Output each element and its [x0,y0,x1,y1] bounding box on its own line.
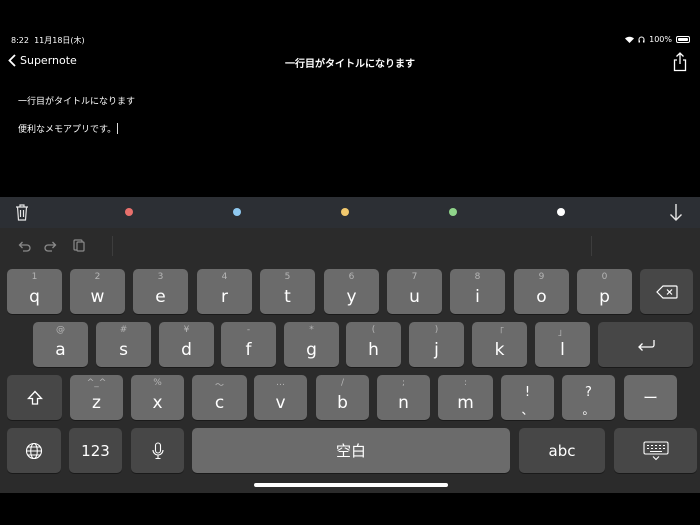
color-dot-green[interactable] [449,208,457,216]
key-j[interactable]: ) j [409,322,464,367]
wifi-icon [625,36,635,43]
redo-icon[interactable] [43,237,59,253]
key-t[interactable]: 5t [260,269,315,314]
key-p[interactable]: 0p [577,269,632,314]
key-k[interactable]: 「k [472,322,527,367]
key-n[interactable]: ; n [377,375,430,420]
key-y[interactable]: 6y [324,269,379,314]
navigation-bar: Supernote 一行目がタイトルになります [0,52,700,74]
key-g[interactable]: * g [284,322,339,367]
keyboard: 1q 2w 3e 4r 5t 6y 7u 8i 9o 0p @ a # s ¥ d -… [0,228,700,493]
key-w[interactable]: 2w [70,269,125,314]
key-i[interactable]: 8i [450,269,505,314]
hide-keyboard-key[interactable] [614,428,697,473]
arrow-down-icon[interactable] [668,202,684,222]
home-indicator[interactable] [254,483,448,487]
status-indicators: 100% [625,35,690,44]
return-key[interactable] [598,322,693,367]
key-b[interactable]: / b [316,375,369,420]
headphones-icon [638,36,645,43]
abc-key[interactable]: abc [519,428,605,473]
color-dot-white[interactable] [557,208,565,216]
key-v[interactable]: … v [254,375,307,420]
key-period[interactable]: ?。 [562,375,615,420]
shift-icon [26,390,43,405]
key-z[interactable]: ^_^ z [70,375,123,420]
undo-icon[interactable] [16,237,32,253]
battery-percent: 100% [649,35,672,44]
key-comma[interactable]: !、 [501,375,554,420]
key-m[interactable]: :m [438,375,493,420]
dictation-key[interactable] [131,428,184,473]
key-h[interactable]: (h [346,322,401,367]
divider [591,236,592,256]
keyboard-shortcut-bar [0,228,700,262]
share-icon[interactable] [672,52,688,72]
color-toolbar [0,197,700,228]
delete-key[interactable] [640,269,693,314]
return-icon [637,339,655,351]
key-s[interactable]: # s [96,322,151,367]
shift-key[interactable] [7,375,62,420]
keyboard-dismiss-icon [642,440,669,460]
divider [112,236,113,256]
key-d[interactable]: ¥ d [159,322,214,367]
color-dot-red[interactable] [125,208,133,216]
key-u[interactable]: 7u [387,269,442,314]
key-long-dash[interactable]: ー [624,375,677,420]
status-time: 8:22 11月18日(木) [11,36,85,45]
trash-icon[interactable] [14,203,30,221]
battery-icon [676,36,690,43]
key-e[interactable]: 3e [133,269,188,314]
globe-icon [25,442,43,459]
globe-key[interactable] [7,428,61,473]
paste-icon[interactable] [71,237,87,253]
color-dot-blue[interactable] [233,208,241,216]
page-title: 一行目がタイトルになります [285,59,415,70]
color-dot-yellow[interactable] [341,208,349,216]
key-c[interactable]: 〜 c [192,375,247,420]
key-q[interactable]: 1q [7,269,62,314]
note-line-title: 一行目がタイトルになります [18,97,136,107]
key-l[interactable]: 」 l [535,322,590,367]
key-a[interactable]: @ a [33,322,88,367]
status-bar: 8:22 11月18日(木) 100% [0,0,700,45]
key-o[interactable]: 9o [514,269,569,314]
key-r[interactable]: 4r [197,269,252,314]
key-x[interactable]: % x [131,375,184,420]
microphone-icon [151,441,164,459]
space-key[interactable]: 空白 [192,428,510,473]
note-line-body: 便利なメモアプリです。 [18,123,119,135]
numbers-key[interactable]: 123 [69,428,122,473]
backspace-icon [655,284,678,299]
key-f[interactable]: -f [221,322,276,367]
note-editor[interactable]: 一行目がタイトルになります 便利なメモアプリです。 [18,96,135,151]
text-cursor [117,123,119,134]
